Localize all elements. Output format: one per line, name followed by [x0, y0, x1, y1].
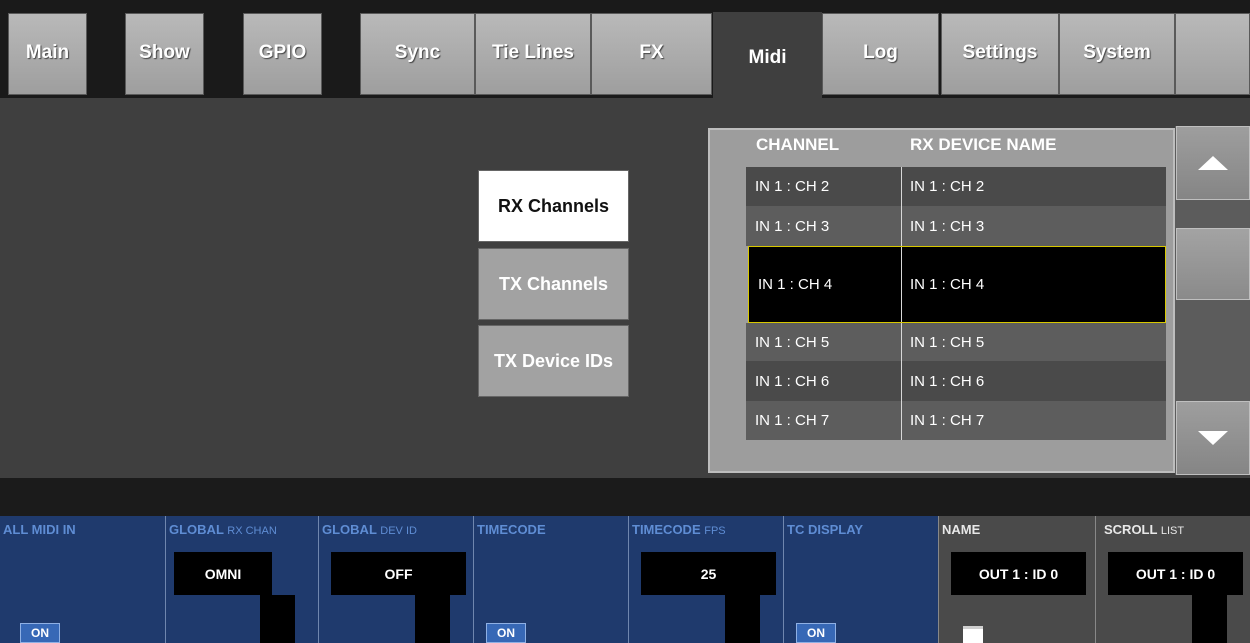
tab-tie-lines[interactable]: Tie Lines — [475, 13, 591, 95]
scroll-down-button[interactable] — [1176, 401, 1250, 475]
tx-channels-button[interactable]: TX Channels — [478, 248, 629, 320]
cell-device-name: IN 1 : CH 4 — [910, 276, 985, 293]
all-midi-in-on-button[interactable]: ON — [20, 623, 60, 643]
arrow-up-icon — [1198, 156, 1228, 170]
separator-strip — [0, 478, 1250, 516]
cell-device-name: IN 1 : CH 5 — [910, 333, 985, 351]
timecode-fps-panel: TIMECODE FPS 25 — [628, 516, 783, 643]
tc-display-label: TC DISPLAY — [787, 522, 864, 537]
cell-channel: IN 1 : CH 4 — [749, 247, 902, 322]
global-rx-chan-panel: GLOBAL RX CHAN OMNI — [165, 516, 318, 643]
tab-bar: Main Show GPIO Sync Tie Lines FX Midi Lo… — [0, 0, 1250, 98]
tab-midi[interactable]: Midi — [713, 12, 822, 98]
column-header-rx-device-name: RX DEVICE NAME — [910, 135, 1057, 154]
tab-system[interactable]: System — [1059, 13, 1175, 95]
scroll-up-button[interactable] — [1176, 126, 1250, 200]
cell-device-name: IN 1 : CH 2 — [910, 178, 985, 195]
arrow-down-icon — [1198, 431, 1228, 445]
global-dev-id-panel: GLOBAL DEV ID OFF — [318, 516, 473, 643]
scroll-list-knob-stem[interactable] — [1192, 595, 1227, 643]
column-header-channel: CHANNEL — [756, 135, 840, 154]
scroll-list-display[interactable]: OUT 1 : ID 0 — [1108, 552, 1243, 595]
cell-channel: IN 1 : CH 6 — [746, 361, 902, 401]
table-row[interactable]: IN 1 : CH 5 IN 1 : CH 5 — [746, 323, 1166, 361]
all-midi-in-label: ALL MIDI IN — [3, 522, 76, 537]
cell-channel: IN 1 : CH 2 — [746, 167, 902, 206]
table-row-selected[interactable]: IN 1 : CH 4 IN 1 : CH 4 — [748, 246, 1166, 323]
timecode-panel: TIMECODE ON — [473, 516, 628, 643]
cell-channel: IN 1 : CH 3 — [746, 206, 902, 246]
tab-sync[interactable]: Sync — [360, 13, 475, 95]
timecode-fps-knob-stem[interactable] — [725, 595, 760, 643]
name-panel: NAME OUT 1 : ID 0 — [938, 516, 1095, 643]
cell-device-name: IN 1 : CH 7 — [910, 412, 985, 429]
scroll-list-panel: SCROLL LIST OUT 1 : ID 0 — [1095, 516, 1250, 643]
name-display[interactable]: OUT 1 : ID 0 — [951, 552, 1086, 595]
tc-display-panel: TC DISPLAY ON — [783, 516, 938, 643]
name-label: NAME — [942, 522, 981, 537]
tab-settings[interactable]: Settings — [941, 13, 1059, 95]
global-rx-chan-display[interactable]: OMNI — [174, 552, 272, 595]
tx-device-ids-button[interactable]: TX Device IDs — [478, 325, 629, 397]
cell-channel: IN 1 : CH 7 — [746, 401, 902, 440]
tab-fx[interactable]: FX — [591, 13, 712, 95]
tab-log[interactable]: Log — [822, 13, 939, 95]
scrollbar-thumb[interactable] — [1176, 228, 1250, 300]
rx-channels-button[interactable]: RX Channels — [478, 170, 629, 242]
global-dev-id-display[interactable]: OFF — [331, 552, 466, 595]
global-dev-id-label: GLOBAL DEV ID — [322, 522, 417, 537]
name-edit-handle[interactable] — [963, 626, 983, 643]
table-row[interactable]: IN 1 : CH 7 IN 1 : CH 7 — [746, 401, 1166, 440]
table-row[interactable]: IN 1 : CH 3 IN 1 : CH 3 — [746, 206, 1166, 246]
tc-display-on-button[interactable]: ON — [796, 623, 836, 643]
cell-device-name: IN 1 : CH 3 — [910, 217, 985, 235]
cell-channel: IN 1 : CH 5 — [746, 323, 902, 361]
timecode-fps-label: TIMECODE FPS — [632, 522, 726, 537]
global-rx-chan-knob-stem[interactable] — [260, 595, 295, 643]
timecode-label: TIMECODE — [477, 522, 546, 537]
cell-device-name: IN 1 : CH 6 — [910, 372, 985, 390]
tab-show[interactable]: Show — [125, 13, 204, 95]
timecode-fps-display[interactable]: 25 — [641, 552, 776, 595]
global-dev-id-knob-stem[interactable] — [415, 595, 450, 643]
all-midi-in-panel: ALL MIDI IN ON — [0, 516, 165, 643]
scroll-list-label: SCROLL LIST — [1104, 522, 1185, 537]
table-row[interactable]: IN 1 : CH 2 IN 1 : CH 2 — [746, 167, 1166, 206]
tab-bar-filler — [1175, 13, 1250, 95]
table-row[interactable]: IN 1 : CH 6 IN 1 : CH 6 — [746, 361, 1166, 401]
tab-main[interactable]: Main — [8, 13, 87, 95]
tab-gpio[interactable]: GPIO — [243, 13, 322, 95]
timecode-on-button[interactable]: ON — [486, 623, 526, 643]
global-rx-chan-label: GLOBAL RX CHAN — [169, 522, 277, 537]
